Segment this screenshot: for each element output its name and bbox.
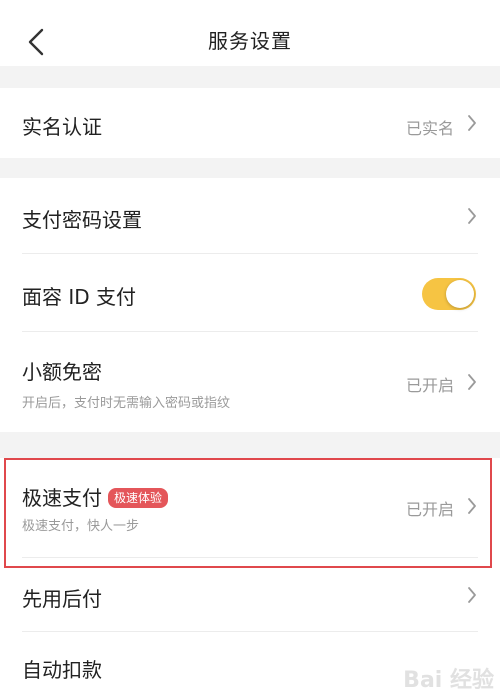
- row-status: 已开启: [405, 500, 454, 519]
- section-gap: [0, 66, 500, 88]
- row-subtitle: 开启后，支付时无需输入密码或指纹: [22, 396, 231, 411]
- row-status: 已开启: [405, 376, 454, 395]
- toggle-knob: [446, 280, 474, 308]
- section-gap: [0, 432, 500, 458]
- row-pay-password[interactable]: 支付密码设置: [0, 178, 500, 254]
- row-real-name[interactable]: 实名认证 已实名: [0, 88, 500, 158]
- page-title: 服务设置: [208, 29, 292, 53]
- face-id-toggle[interactable]: [422, 278, 476, 310]
- chevron-right-icon: [468, 587, 476, 603]
- row-label: 面容 ID 支付: [22, 285, 137, 309]
- trial-badge: 极速体验: [108, 488, 169, 508]
- row-small-amount[interactable]: 小额免密 开启后，支付时无需输入密码或指纹 已开启: [0, 332, 500, 432]
- row-label: 小额免密: [22, 360, 102, 384]
- watermark: Bai 经验: [403, 668, 494, 693]
- section-gap: [0, 158, 500, 178]
- row-label: 实名认证: [22, 115, 102, 139]
- row-subtitle: 极速支付，快人一步: [22, 519, 140, 534]
- row-label: 支付密码设置: [22, 208, 142, 232]
- row-pay-later[interactable]: 先用后付: [0, 558, 500, 632]
- row-label: 自动扣款: [22, 658, 102, 682]
- row-face-id: 面容 ID 支付: [0, 254, 500, 332]
- row-label: 极速支付 极速体验: [22, 482, 169, 511]
- row-fast-pay[interactable]: 极速支付 极速体验 极速支付，快人一步 已开启: [0, 458, 500, 558]
- row-label-text: 极速支付: [22, 486, 102, 510]
- row-label: 先用后付: [22, 587, 102, 611]
- row-status: 已实名: [405, 119, 454, 138]
- chevron-right-icon: [468, 208, 476, 224]
- chevron-right-icon: [468, 498, 476, 514]
- chevron-right-icon: [468, 374, 476, 390]
- chevron-right-icon: [468, 115, 476, 131]
